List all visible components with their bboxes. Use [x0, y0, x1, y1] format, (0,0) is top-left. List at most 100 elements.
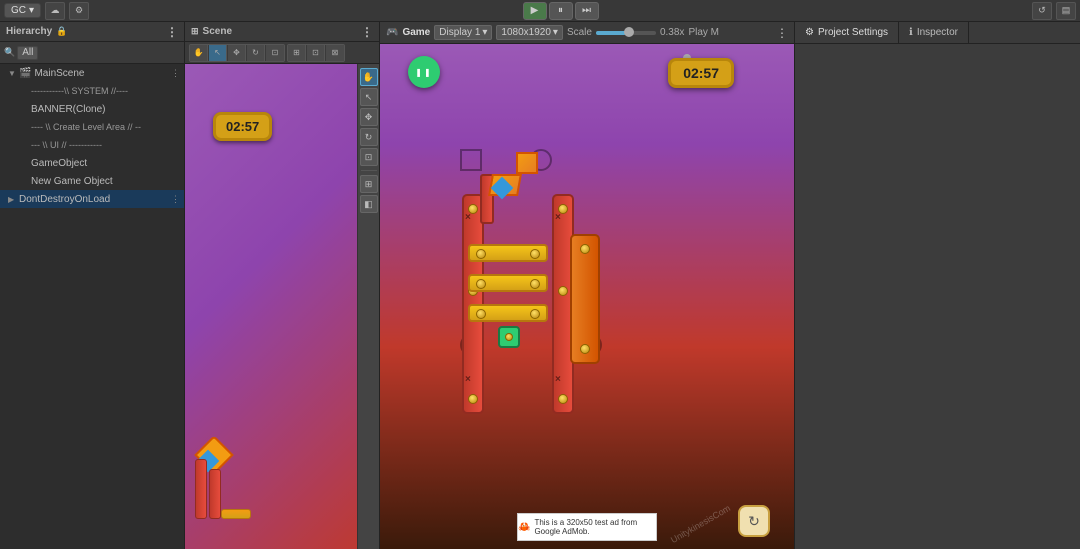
hierarchy-tree: ▼ 🎬 MainScene ⋮ -----------\\ SYSTEM //-… [0, 64, 184, 549]
tab-project-settings[interactable]: ⚙ Project Settings [795, 22, 899, 43]
game-icon: 🎮 [386, 27, 398, 38]
undo-button[interactable]: ↺ [1032, 2, 1052, 20]
hierarchy-title: Hierarchy [6, 26, 52, 37]
circle-marker-1 [460, 149, 482, 171]
right-panels: ⚙ Project Settings ℹ Inspector [795, 22, 1080, 549]
x-mark-3: × [465, 374, 471, 385]
tree-item-create-level[interactable]: ---- \\ Create Level Area // -- [0, 118, 184, 136]
tree-item-banner[interactable]: BANNER(Clone) [0, 100, 184, 118]
hierarchy-toolbar: 🔍 All [0, 42, 184, 64]
hierarchy-menu-icon[interactable]: ⋮ [166, 25, 178, 39]
scale-value: 0.38x [660, 27, 684, 38]
top-right-controls: ↺ ▤ [1032, 2, 1076, 20]
dots-menu-icon[interactable]: ⋮ [171, 194, 184, 205]
scene-menu-icon[interactable]: ⋮ [361, 25, 373, 39]
tool-sidebar: ✋ ↖ ✥ ↻ ⊡ ⊞ ◧ [357, 64, 379, 549]
right-panel-content [795, 44, 1080, 549]
orange-bracket-right [570, 234, 600, 364]
undo-icon: ↺ [1038, 5, 1046, 16]
game-timer-box: 02:57 [668, 58, 734, 88]
tree-item-ui[interactable]: --- \\ UI // ----------- [0, 136, 184, 154]
playbar: ▶ ⏸ ⏭ [523, 2, 599, 20]
tree-item-label: ---- \\ Create Level Area // -- [31, 122, 141, 132]
tree-item-system[interactable]: -----------\\ SYSTEM //---- [0, 82, 184, 100]
display-label: Display 1 [439, 27, 480, 38]
settings-icon: ⚙ [805, 27, 814, 38]
tree-item-gameobject[interactable]: GameObject [0, 154, 184, 172]
cloud-button[interactable]: ☁ [45, 2, 65, 20]
tab-inspector[interactable]: ℹ Inspector [899, 22, 969, 43]
pause-icon: ⏸ [558, 5, 563, 16]
game-timer-value: 02:57 [683, 65, 719, 81]
rotate-tool[interactable]: ↻ [360, 128, 378, 146]
yellow-bar-h-2 [468, 274, 548, 292]
rotate-tool-btn[interactable]: ↻ [247, 45, 265, 61]
cloud-icon: ☁ [51, 5, 60, 16]
grid-btn[interactable]: ⊞ [288, 45, 306, 61]
screw-6 [558, 394, 568, 404]
tree-item-label: MainScene [34, 68, 84, 79]
tree-item-label: -----------\\ SYSTEM //---- [31, 86, 128, 96]
expand-arrow: ▶ [8, 195, 16, 204]
tree-item-dontdestroy[interactable]: ▶ DontDestroyOnLoad ⋮ [0, 190, 184, 208]
dots-menu-icon[interactable]: ⋮ [171, 68, 184, 79]
hand-tool[interactable]: ✋ [360, 68, 378, 86]
screw-9 [476, 279, 486, 289]
game-menu-icon[interactable]: ⋮ [776, 26, 788, 40]
pause-button-ingame[interactable] [408, 56, 440, 88]
scale-slider-thumb[interactable] [624, 27, 634, 37]
ad-banner: 🦀 This is a 320x50 test ad from Google A… [517, 513, 657, 541]
scale-tool-btn[interactable]: ⊡ [266, 45, 284, 61]
step-button[interactable]: ⏭ [575, 2, 599, 20]
gizmo-btn[interactable]: ⊠ [326, 45, 344, 61]
x-mark-1: × [465, 212, 471, 223]
red-bar-right [209, 469, 221, 519]
hand-tool-btn[interactable]: ✋ [190, 45, 208, 61]
pause-button[interactable]: ⏸ [549, 2, 573, 20]
tree-item-new-game-object[interactable]: New Game Object [0, 172, 184, 190]
move-tool-btn[interactable]: ✥ [228, 45, 246, 61]
scale-slider[interactable] [596, 31, 656, 35]
select-tool-btn[interactable]: ↖ [209, 45, 227, 61]
grid-tools: ⊞ ⊡ ⊠ [287, 44, 345, 62]
display-dropdown[interactable]: Display 1 ▾ [434, 25, 492, 40]
game-toolbar: 🎮 Game Display 1 ▾ 1080x1920 ▾ Scale 0.3… [380, 22, 794, 44]
layers-button[interactable]: ▤ [1056, 2, 1076, 20]
play-button[interactable]: ▶ [523, 2, 547, 20]
ad-text: This is a 320x50 test ad from Google AdM… [534, 518, 656, 536]
tree-item-mainscene[interactable]: ▼ 🎬 MainScene ⋮ [0, 64, 184, 82]
chevron-down-icon: ▾ [553, 27, 558, 38]
snap-btn[interactable]: ⊡ [307, 45, 325, 61]
scene-timer-box: 02:57 [213, 112, 272, 141]
settings-button[interactable]: ⚙ [69, 2, 89, 20]
red-bar-left [195, 459, 207, 519]
inspector-label: Inspector [917, 27, 958, 38]
ad-icon: 🦀 [518, 522, 530, 533]
hierarchy-panel: Hierarchy 🔒 ⋮ 🔍 All ▼ 🎬 MainScene ⋮ ----… [0, 22, 185, 549]
screw-8 [530, 249, 540, 259]
gc-badge[interactable]: GC ▾ [4, 3, 41, 18]
top-menu-bar: GC ▾ ☁ ⚙ ▶ ⏸ ⏭ ↺ ▤ [0, 0, 1080, 22]
layer-tool[interactable]: ◧ [360, 195, 378, 213]
chevron-down-icon: ▾ [29, 5, 34, 16]
search-icon: 🔍 [4, 47, 15, 58]
green-square [498, 326, 520, 348]
grid-tool[interactable]: ⊞ [360, 175, 378, 193]
move-tool[interactable]: ✥ [360, 108, 378, 126]
expand-arrow: ▼ [8, 69, 16, 78]
refresh-button-ingame[interactable]: ↻ [738, 505, 770, 537]
scene-view: 02:57 ✋ ↖ ✥ ↻ ⊡ ⊞ ◧ [185, 64, 379, 549]
game-view: 02:57 [380, 44, 794, 549]
arrow-tool[interactable]: ↖ [360, 88, 378, 106]
scale-tool[interactable]: ⊡ [360, 148, 378, 166]
gear-icon: ⚙ [75, 5, 83, 16]
play-icon: ▶ [531, 5, 539, 16]
lock-icon: 🔒 [56, 26, 67, 37]
screw-5 [558, 286, 568, 296]
transform-tools: ✋ ↖ ✥ ↻ ⊡ [189, 44, 285, 62]
tree-item-label: GameObject [31, 158, 87, 169]
resolution-dropdown[interactable]: 1080x1920 ▾ [496, 25, 563, 40]
all-filter-label[interactable]: All [17, 46, 38, 60]
screw-14 [580, 344, 590, 354]
screw-green [505, 333, 513, 341]
